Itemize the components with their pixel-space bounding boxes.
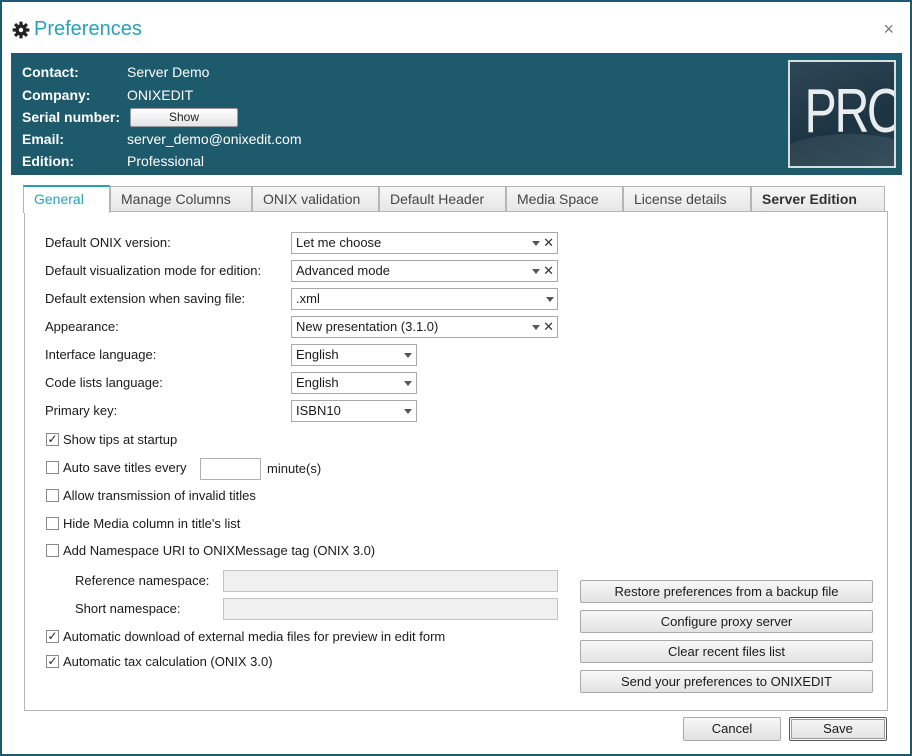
tab-general[interactable]: General xyxy=(23,185,110,213)
interface-language-label: Interface language: xyxy=(45,347,157,362)
contact-value: Server Demo xyxy=(127,64,210,80)
checkbox-box[interactable] xyxy=(46,517,59,530)
cancel-button[interactable]: Cancel xyxy=(683,717,781,741)
gear-icon xyxy=(12,21,30,39)
checkbox-box[interactable] xyxy=(46,544,59,557)
allow-invalid-label: Allow transmission of invalid titles xyxy=(63,488,256,503)
add-namespace-label: Add Namespace URI to ONIXMessage tag (ON… xyxy=(63,543,376,558)
clear-icon[interactable]: ✕ xyxy=(543,317,554,337)
primary-key-value: ISBN10 xyxy=(296,403,341,418)
checkmark-icon[interactable]: ✓ xyxy=(46,433,59,446)
clear-icon[interactable]: ✕ xyxy=(543,233,554,253)
onix-version-label: Default ONIX version: xyxy=(45,235,171,250)
hide-media-label: Hide Media column in title's list xyxy=(63,516,241,531)
pro-logo-text: PRO xyxy=(804,77,896,146)
chevron-down-icon xyxy=(532,241,540,246)
tab-manage-columns[interactable]: Manage Columns xyxy=(110,186,252,212)
title-bar: Preferences × xyxy=(2,2,910,52)
close-icon[interactable]: × xyxy=(883,20,894,38)
appearance-select[interactable]: New presentation (3.1.0) ✕ xyxy=(291,316,558,338)
primary-key-select[interactable]: ISBN10 xyxy=(291,400,417,422)
interface-language-value: English xyxy=(296,347,339,362)
show-serial-button[interactable]: Show xyxy=(130,108,238,127)
general-panel: Default ONIX version: Let me choose ✕ De… xyxy=(24,211,888,711)
edition-value: Professional xyxy=(127,153,205,169)
checkmark-icon[interactable]: ✓ xyxy=(46,630,59,643)
send-preferences-button[interactable]: Send your preferences to ONIXEDIT xyxy=(580,670,873,693)
serial-label: Serial number: xyxy=(22,109,121,125)
company-value: ONIXEDIT xyxy=(127,87,194,103)
short-namespace-input[interactable] xyxy=(223,598,558,620)
checkmark-icon[interactable]: ✓ xyxy=(46,655,59,668)
auto-save-label: Auto save titles every xyxy=(63,460,187,475)
company-label: Company: xyxy=(22,87,91,103)
chevron-down-icon xyxy=(404,353,412,358)
appearance-label: Appearance: xyxy=(45,319,119,334)
tab-default-header[interactable]: Default Header xyxy=(379,186,506,212)
chevron-down-icon xyxy=(532,325,540,330)
save-button[interactable]: Save xyxy=(789,717,887,741)
auto-save-minutes-input[interactable] xyxy=(200,458,261,480)
show-tips-label: Show tips at startup xyxy=(63,432,178,447)
reference-namespace-label: Reference namespace: xyxy=(75,573,210,588)
extension-label: Default extension when saving file: xyxy=(45,291,246,306)
email-label: Email: xyxy=(22,131,65,147)
code-lists-language-select[interactable]: English xyxy=(291,372,417,394)
appearance-value: New presentation (3.1.0) xyxy=(296,319,439,334)
reference-namespace-input[interactable] xyxy=(223,570,558,592)
code-lists-language-label: Code lists language: xyxy=(45,375,163,390)
chevron-down-icon xyxy=(546,297,554,302)
restore-preferences-button[interactable]: Restore preferences from a backup file xyxy=(580,580,873,603)
clear-icon[interactable]: ✕ xyxy=(543,261,554,281)
chevron-down-icon xyxy=(532,269,540,274)
chevron-down-icon xyxy=(404,381,412,386)
clear-recent-files-button[interactable]: Clear recent files list xyxy=(580,640,873,663)
visualization-value: Advanced mode xyxy=(296,263,390,278)
tab-server-edition[interactable]: Server Edition xyxy=(751,186,885,212)
extension-value: .xml xyxy=(296,291,320,306)
preferences-window: Preferences × Contact: Server Demo Compa… xyxy=(2,2,910,754)
onix-version-value: Let me choose xyxy=(296,235,382,250)
contact-label: Contact: xyxy=(22,64,79,80)
tab-onix-validation[interactable]: ONIX validation xyxy=(252,186,379,212)
primary-key-label: Primary key: xyxy=(45,403,118,418)
onix-version-select[interactable]: Let me choose ✕ xyxy=(291,232,558,254)
tab-license-details[interactable]: License details xyxy=(623,186,751,212)
visualization-select[interactable]: Advanced mode ✕ xyxy=(291,260,558,282)
checkbox-box[interactable] xyxy=(46,461,59,474)
visualization-label: Default visualization mode for edition: xyxy=(45,263,262,278)
auto-download-label: Automatic download of external media fil… xyxy=(63,629,446,644)
short-namespace-label: Short namespace: xyxy=(75,601,181,616)
auto-save-suffix: minute(s) xyxy=(267,461,322,476)
checkbox-box[interactable] xyxy=(46,489,59,502)
edition-label: Edition: xyxy=(22,153,75,169)
window-title: Preferences xyxy=(34,18,142,40)
license-header: Contact: Server Demo Company: ONIXEDIT S… xyxy=(11,53,902,175)
chevron-down-icon xyxy=(404,409,412,414)
extension-select[interactable]: .xml xyxy=(291,288,558,310)
pro-logo: PRO xyxy=(788,60,896,168)
tab-media-space[interactable]: Media Space xyxy=(506,186,623,212)
configure-proxy-button[interactable]: Configure proxy server xyxy=(580,610,873,633)
interface-language-select[interactable]: English xyxy=(291,344,417,366)
email-value: server_demo@onixedit.com xyxy=(127,131,302,147)
auto-tax-label: Automatic tax calculation (ONIX 3.0) xyxy=(63,654,273,669)
code-lists-language-value: English xyxy=(296,375,339,390)
